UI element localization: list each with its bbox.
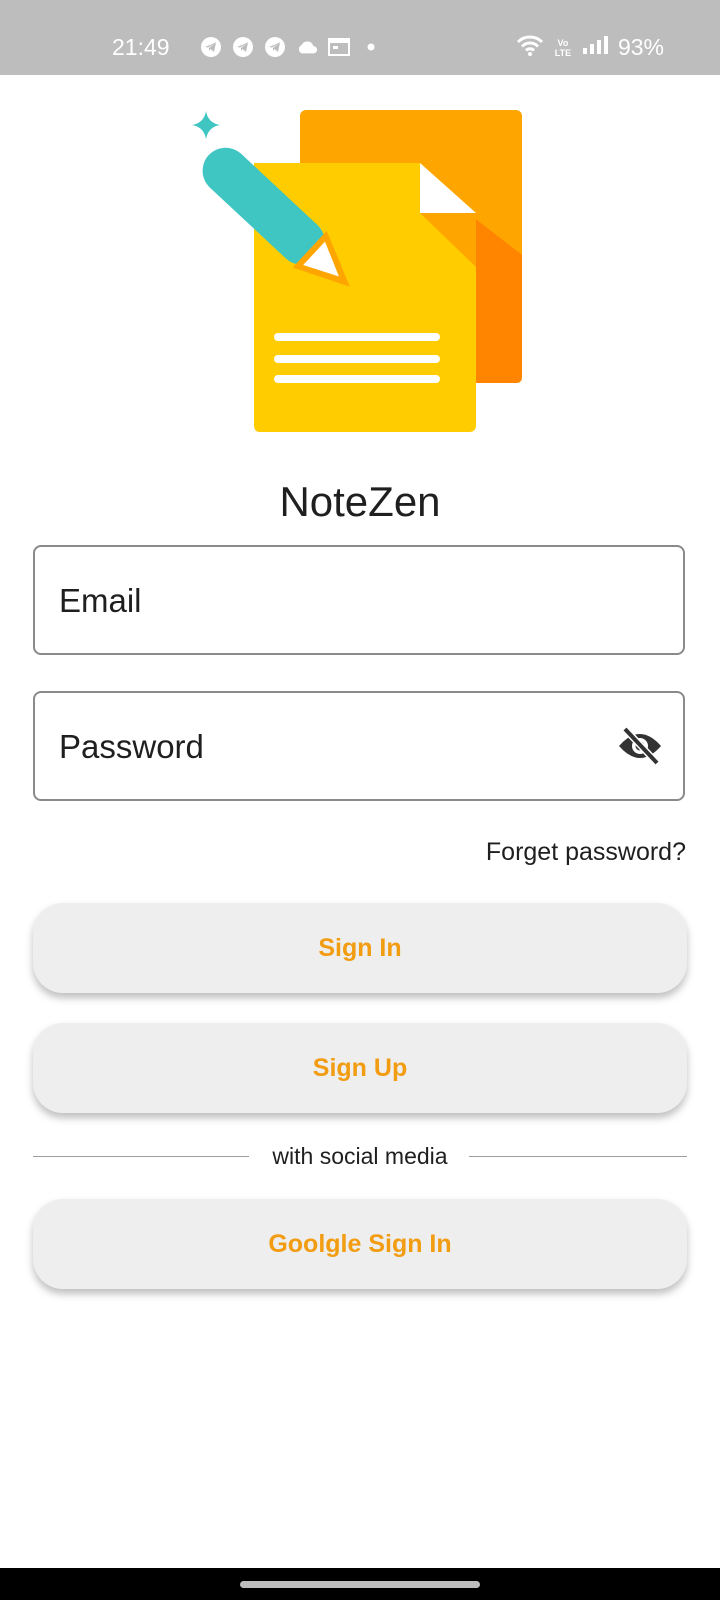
telegram-icon [264,36,286,58]
email-input[interactable] [57,547,621,655]
divider-line-right [469,1156,687,1157]
email-field[interactable] [33,545,685,655]
sign-in-button[interactable]: Sign In [33,903,687,993]
notification-icons [200,36,382,58]
status-bar: 21:49 Vo LTE 93% [0,0,720,75]
status-time: 21:49 [112,34,170,60]
telegram-icon [200,36,222,58]
forgot-password-link[interactable]: Forget password? [486,838,686,867]
volte-icon: Vo LTE [554,38,572,58]
notes-logo-icon [192,110,522,432]
wifi-icon [516,34,544,61]
battery-percent: 93% [617,34,664,60]
home-indicator[interactable] [240,1581,480,1588]
password-field[interactable] [33,691,685,801]
sign-up-button[interactable]: Sign Up [33,1023,687,1113]
dot-icon [360,36,382,58]
calendar-icon [328,36,350,58]
navigation-bar [0,1568,720,1600]
system-icons: Vo LTE 93% [516,34,664,61]
password-input[interactable] [57,693,621,801]
notes-illustration [190,105,530,445]
volte-label-top: Vo [557,37,569,48]
eye-off-icon[interactable] [617,725,663,767]
social-divider: with social media [33,1140,687,1172]
app-title: NoteZen [279,478,441,525]
volte-label-bottom: LTE [554,47,572,58]
cloud-icon [296,36,318,58]
google-sign-in-button[interactable]: Goolgle Sign In [33,1199,687,1289]
telegram-icon [232,36,254,58]
signal-icon [582,35,608,60]
